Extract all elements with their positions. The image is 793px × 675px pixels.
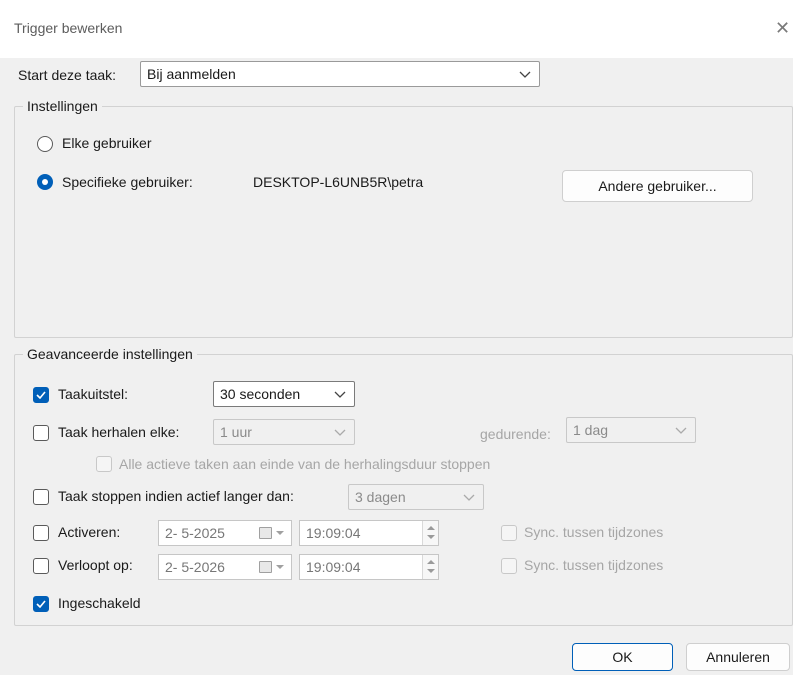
- repeat-label: Taak herhalen elke:: [58, 424, 180, 440]
- delay-value: 30 seconden: [220, 386, 301, 402]
- delay-select[interactable]: 30 seconden: [213, 381, 355, 407]
- activate-time-input[interactable]: 19:09:04: [299, 520, 439, 546]
- spin-up-icon[interactable]: [427, 526, 435, 530]
- radio-specific-user[interactable]: [37, 174, 53, 190]
- activate-sync-label: Sync. tussen tijdzones: [524, 524, 664, 540]
- expire-time-spinner[interactable]: [422, 555, 438, 579]
- chevron-down-icon: [463, 485, 475, 509]
- advanced-legend: Geavanceerde instellingen: [23, 345, 197, 363]
- expire-sync-checkbox[interactable]: [501, 558, 517, 574]
- stop-longer-select[interactable]: 3 dagen: [348, 484, 484, 510]
- chevron-down-icon: [334, 382, 346, 406]
- expire-time-input[interactable]: 19:09:04: [299, 554, 439, 580]
- checkmark-icon: [36, 600, 46, 608]
- user-name: DESKTOP-L6UNB5R\petra: [253, 174, 424, 190]
- chevron-down-icon: [276, 531, 284, 535]
- chevron-down-icon: [675, 418, 687, 442]
- calendar-icon[interactable]: [259, 561, 272, 573]
- activate-time-spinner[interactable]: [422, 521, 438, 545]
- start-task-value: Bij aanmelden: [147, 66, 236, 82]
- stop-longer-value: 3 dagen: [355, 489, 406, 505]
- activate-checkbox[interactable]: [33, 525, 49, 541]
- repeat-value: 1 uur: [220, 424, 252, 440]
- calendar-icon[interactable]: [259, 527, 272, 539]
- change-user-button[interactable]: Andere gebruiker...: [562, 170, 753, 202]
- stop-longer-label: Taak stoppen indien actief langer dan:: [58, 488, 294, 504]
- settings-legend: Instellingen: [23, 97, 102, 115]
- delay-checkbox[interactable]: [33, 387, 49, 403]
- close-icon[interactable]: ✕: [775, 18, 793, 40]
- stop-longer-checkbox[interactable]: [33, 489, 49, 505]
- spin-down-icon[interactable]: [427, 569, 435, 573]
- activate-date-picker[interactable]: 2- 5-2025: [158, 520, 292, 546]
- expire-date-picker[interactable]: 2- 5-2026: [158, 554, 292, 580]
- duration-label: gedurende:: [480, 426, 551, 442]
- cancel-button[interactable]: Annuleren: [686, 643, 790, 671]
- duration-select[interactable]: 1 dag: [566, 417, 696, 443]
- expire-checkbox[interactable]: [33, 558, 49, 574]
- enabled-checkbox[interactable]: [33, 596, 49, 612]
- chevron-down-icon: [519, 62, 531, 86]
- activate-time: 19:09:04: [306, 525, 361, 541]
- activate-sync-checkbox[interactable]: [501, 525, 517, 541]
- start-task-select[interactable]: Bij aanmelden: [140, 61, 540, 87]
- trigger-dialog: Trigger bewerken ✕ Start deze taak: Bij …: [0, 0, 793, 675]
- delay-label: Taakuitstel:: [58, 386, 129, 402]
- radio-any-user-label: Elke gebruiker: [62, 135, 152, 151]
- start-task-label: Start deze taak:: [18, 67, 117, 83]
- activate-label: Activeren:: [58, 524, 121, 540]
- expire-time: 19:09:04: [306, 559, 361, 575]
- spin-down-icon[interactable]: [427, 535, 435, 539]
- radio-any-user[interactable]: [37, 136, 53, 152]
- stop-all-checkbox[interactable]: [96, 456, 112, 472]
- stop-all-label: Alle actieve taken aan einde van de herh…: [119, 456, 491, 472]
- radio-specific-user-label: Specifieke gebruiker:: [62, 174, 193, 190]
- window-title: Trigger bewerken: [14, 20, 123, 36]
- expire-label: Verloopt op:: [58, 557, 133, 573]
- chevron-down-icon: [276, 565, 284, 569]
- expire-date: 2- 5-2026: [165, 559, 225, 575]
- repeat-checkbox[interactable]: [33, 425, 49, 441]
- spin-up-icon[interactable]: [427, 560, 435, 564]
- expire-sync-label: Sync. tussen tijdzones: [524, 557, 664, 573]
- enabled-label: Ingeschakeld: [58, 595, 141, 611]
- repeat-select[interactable]: 1 uur: [213, 419, 355, 445]
- title-bar: Trigger bewerken ✕: [0, 0, 793, 58]
- ok-button[interactable]: OK: [572, 643, 673, 671]
- duration-value: 1 dag: [573, 422, 609, 438]
- activate-date: 2- 5-2025: [165, 525, 225, 541]
- checkmark-icon: [36, 391, 46, 399]
- chevron-down-icon: [334, 420, 346, 444]
